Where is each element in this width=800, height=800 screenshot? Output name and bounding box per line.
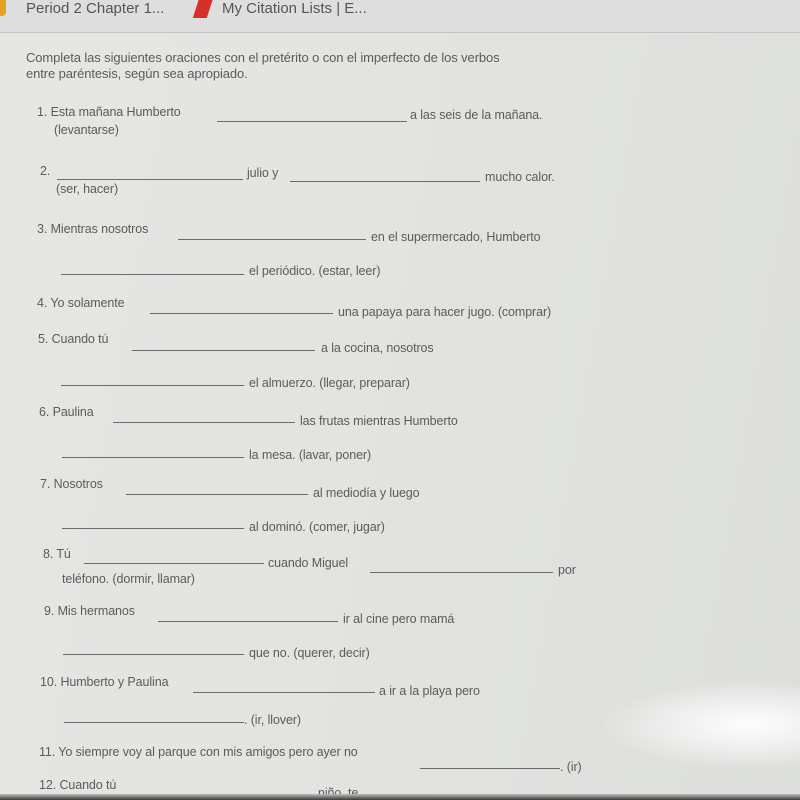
item-10-text-2: . (ir, llover) xyxy=(244,713,301,727)
screen-glare xyxy=(600,680,800,770)
instructions-line-2: entre paréntesis, según sea apropiado. xyxy=(26,66,248,81)
red-bookmark-icon xyxy=(192,0,214,18)
item-9-blank-2 xyxy=(63,654,244,655)
item-10-blank-1 xyxy=(193,692,375,693)
item-4-prompt: 4. Yo solamente xyxy=(37,296,125,310)
item-7-blank-1 xyxy=(126,494,308,495)
item-10-blank-2 xyxy=(64,722,244,723)
item-3-blank-2 xyxy=(61,274,244,275)
item-4-text: una papaya para hacer jugo. (comprar) xyxy=(338,305,552,319)
item-7-text-2: al dominó. (comer, jugar) xyxy=(249,520,385,534)
item-2-number: 2. xyxy=(40,164,51,178)
item-2-text-1: julio y xyxy=(247,166,279,180)
item-3-text-2: el periódico. (estar, leer) xyxy=(249,264,381,278)
item-10-prompt: 10. Humberto y Paulina xyxy=(40,675,169,689)
item-2-text-2: mucho calor. xyxy=(485,170,555,184)
screen-bottom-edge xyxy=(0,794,800,800)
item-1-blank xyxy=(217,121,407,122)
item-2-blank-1 xyxy=(57,179,243,180)
item-8-prompt: 8. Tú xyxy=(43,547,71,561)
item-6-prompt: 6. Paulina xyxy=(39,405,94,419)
tab-period-2-chapter-1[interactable]: Period 2 Chapter 1... xyxy=(26,0,164,17)
item-5-prompt: 5. Cuando tú xyxy=(38,332,109,346)
item-9-text-2: que no. (querer, decir) xyxy=(249,646,370,660)
item-7-blank-2 xyxy=(62,528,244,529)
item-8-text-2: por xyxy=(558,563,576,577)
orange-bookmark-icon xyxy=(0,0,6,16)
item-1-text: a las seis de la mañana. xyxy=(410,108,543,122)
item-5-blank-2 xyxy=(61,385,244,386)
instructions-line-1: Completa las siguientes oraciones con el… xyxy=(26,50,500,65)
item-6-blank-1 xyxy=(113,422,295,423)
item-9-blank-1 xyxy=(158,621,338,622)
item-1-verbs: (levantarse) xyxy=(54,123,119,137)
item-9-prompt: 9. Mis hermanos xyxy=(44,604,135,618)
item-8-blank-2 xyxy=(370,572,553,573)
item-5-text-2: el almuerzo. (llegar, preparar) xyxy=(249,376,410,390)
item-1-prompt: 1. Esta mañana Humberto xyxy=(37,105,181,119)
item-5-text-1: a la cocina, nosotros xyxy=(321,341,434,355)
item-11-blank xyxy=(420,768,560,769)
item-12-prompt: 12. Cuando tú xyxy=(39,778,117,792)
item-11-prompt: 11. Yo siempre voy al parque con mis ami… xyxy=(39,745,358,759)
item-3-prompt: 3. Mientras nosotros xyxy=(37,222,149,236)
tab-my-citation-lists[interactable]: My Citation Lists | E... xyxy=(222,0,367,17)
item-6-blank-2 xyxy=(62,457,244,458)
item-3-blank-1 xyxy=(178,239,366,240)
item-6-text-2: la mesa. (lavar, poner) xyxy=(249,448,372,462)
item-11-verbs: . (ir) xyxy=(560,760,582,774)
item-3-text-1: en el supermercado, Humberto xyxy=(371,230,541,244)
item-6-text-1: las frutas mientras Humberto xyxy=(300,414,458,428)
item-8-text-1: cuando Miguel xyxy=(268,556,349,570)
item-7-text-1: al mediodía y luego xyxy=(313,486,420,500)
item-2-verbs: (ser, hacer) xyxy=(56,182,119,196)
item-8-blank-1 xyxy=(84,563,264,564)
item-10-text-1: a ir a la playa pero xyxy=(379,684,480,698)
item-7-prompt: 7. Nosotros xyxy=(40,477,103,491)
item-4-blank xyxy=(150,313,333,314)
item-8-verbs: teléfono. (dormir, llamar) xyxy=(62,572,195,586)
browser-tab-bar: Period 2 Chapter 1... My Citation Lists … xyxy=(0,0,800,33)
item-2-blank-2 xyxy=(290,181,480,182)
item-5-blank-1 xyxy=(132,350,315,351)
item-9-text-1: ir al cine pero mamá xyxy=(343,612,455,626)
